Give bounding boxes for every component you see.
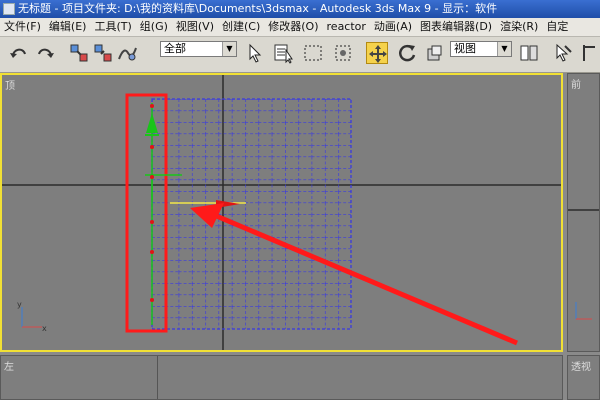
viewport-left[interactable]: 左 [0, 355, 563, 400]
grid-axis-vertical [157, 356, 158, 399]
select-manipulate-icon[interactable] [552, 42, 574, 64]
menu-reactor[interactable]: reactor [323, 18, 370, 36]
menu-edit[interactable]: 编辑(E) [45, 18, 91, 36]
redo-icon[interactable] [34, 42, 56, 64]
select-rotate-icon[interactable] [396, 42, 418, 64]
select-link-icon[interactable] [68, 42, 90, 64]
reference-coordinate-dropdown[interactable]: 视图 ▼ [450, 41, 512, 57]
app-icon [3, 3, 15, 15]
menu-modifiers[interactable]: 修改器(O) [264, 18, 322, 36]
window-crossing-icon[interactable] [332, 42, 354, 64]
axis-tripod-icon [575, 302, 592, 320]
menu-create[interactable]: 创建(C) [218, 18, 264, 36]
viewport-label-left[interactable]: 左 [4, 358, 14, 373]
reference-coordinate-value: 视图 [454, 42, 476, 55]
menu-views[interactable]: 视图(V) [172, 18, 218, 36]
plane-object[interactable] [151, 98, 352, 330]
svg-text:y: y [17, 300, 22, 309]
svg-text:x: x [42, 324, 47, 333]
viewport-label-perspective[interactable]: 透视 [571, 358, 591, 373]
menu-rendering[interactable]: 渲染(R) [496, 18, 542, 36]
viewport-top[interactable]: 顶 y x [0, 73, 563, 352]
unlink-icon[interactable] [92, 42, 114, 64]
chevron-down-icon: ▼ [222, 42, 236, 56]
menu-graph-editors[interactable]: 图表编辑器(D) [416, 18, 496, 36]
front-viewport-canvas [568, 209, 599, 320]
selection-filter-value: 全部 [164, 42, 186, 55]
select-by-name-icon[interactable] [272, 42, 294, 64]
title-bar: 无标题 - 项目文件夹: D:\我的资料库\Documents\3dsmax -… [0, 0, 600, 18]
bind-space-warp-icon[interactable] [116, 42, 138, 64]
chevron-down-icon: ▼ [497, 42, 511, 56]
axis-tripod-icon: y x [17, 300, 47, 333]
viewport-perspective[interactable]: 透视 [567, 355, 600, 400]
viewport-front[interactable]: 前 [567, 73, 600, 352]
selection-lock-icon[interactable] [580, 42, 600, 64]
window-title: 无标题 - 项目文件夹: D:\我的资料库\Documents\3dsmax -… [18, 2, 498, 15]
main-toolbar: 全部 ▼ 视图 ▼ [0, 37, 600, 73]
menu-group[interactable]: 组(G) [136, 18, 172, 36]
menu-tools[interactable]: 工具(T) [90, 18, 135, 36]
menu-file[interactable]: 文件(F) [0, 18, 45, 36]
menu-animation[interactable]: 动画(A) [370, 18, 416, 36]
select-move-icon[interactable] [366, 42, 388, 64]
select-scale-icon[interactable] [424, 42, 446, 64]
selection-filter-dropdown[interactable]: 全部 ▼ [160, 41, 237, 57]
undo-icon[interactable] [8, 42, 30, 64]
rectangular-region-icon[interactable] [302, 42, 324, 64]
viewport-canvas[interactable]: y x [2, 75, 561, 350]
menu-bar: 文件(F) 编辑(E) 工具(T) 组(G) 视图(V) 创建(C) 修改器(O) react… [0, 18, 600, 37]
pivot-center-icon[interactable] [518, 42, 540, 64]
menu-customize[interactable]: 自定 [542, 18, 572, 36]
select-object-icon[interactable] [244, 42, 266, 64]
